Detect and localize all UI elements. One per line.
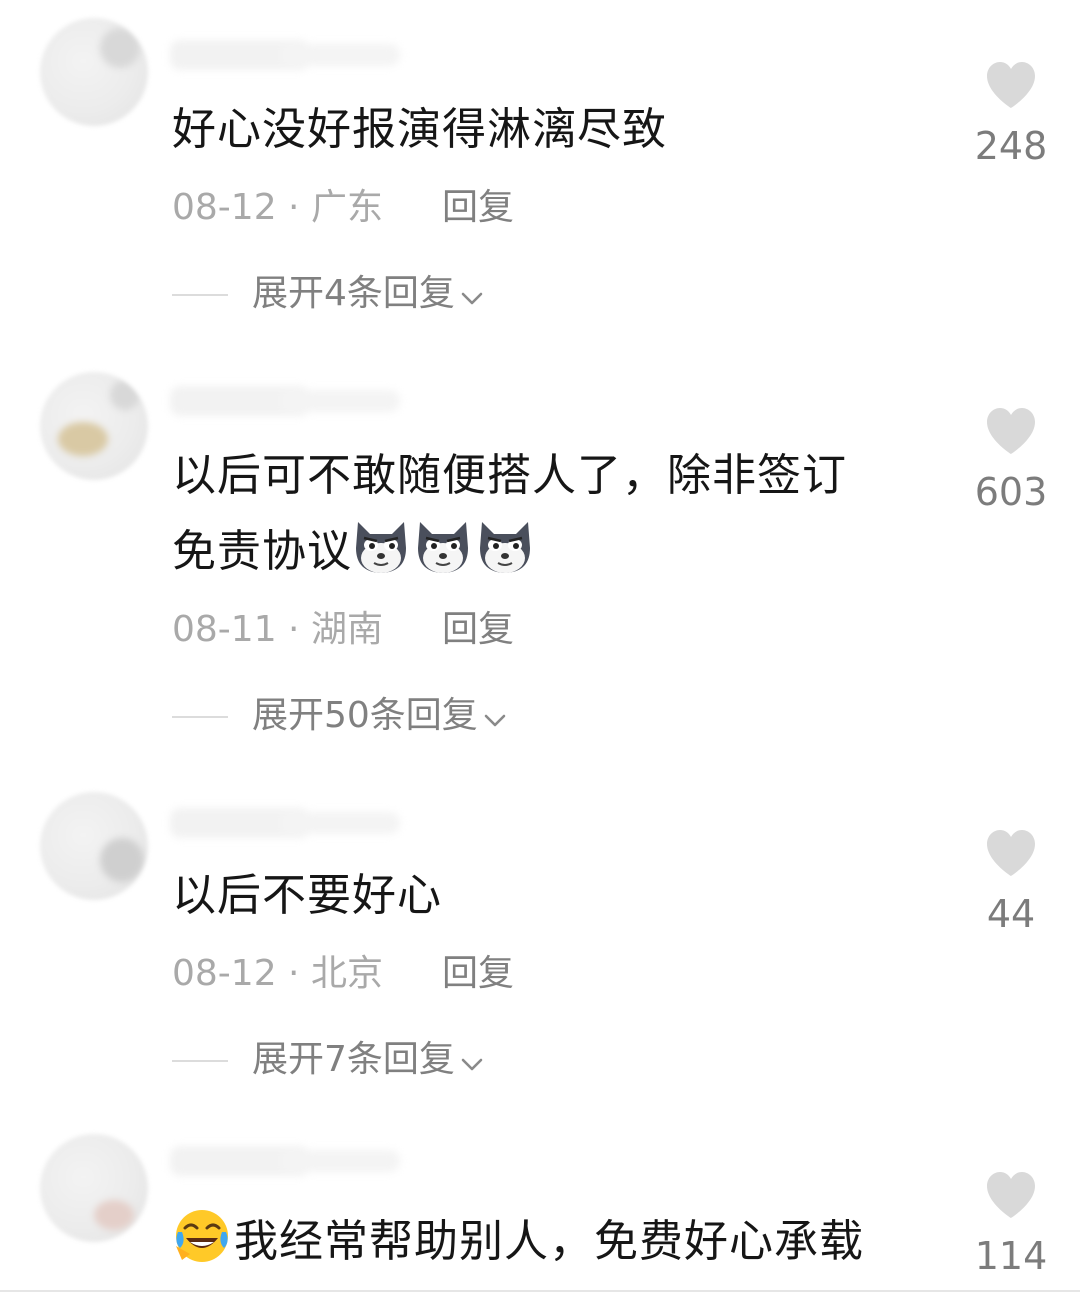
comment-meta: 08-11 · 湖南 回复 — [172, 608, 514, 652]
comment-text: 我经常帮助别人，免费好心承载 — [172, 1204, 912, 1280]
comment-text-line-2: 免责协议 — [172, 514, 912, 590]
heart-icon — [987, 62, 1035, 108]
comment-meta: 08-12 · 广东 回复 — [172, 186, 514, 230]
expand-replies-button[interactable]: 展开7条回复 — [172, 1038, 487, 1082]
like-count: 603 — [974, 470, 1048, 514]
bottom-divider — [0, 1290, 1080, 1292]
username[interactable] — [170, 40, 400, 70]
heart-icon — [987, 830, 1035, 876]
doge-emoji — [418, 522, 468, 573]
comment-date-location: 08-11 · 湖南 — [172, 609, 383, 650]
avatar[interactable] — [40, 372, 148, 480]
username[interactable] — [170, 808, 400, 838]
username[interactable] — [170, 386, 400, 416]
divider-line — [172, 1060, 228, 1062]
reply-button[interactable]: 回复 — [442, 952, 514, 996]
comment-date-location: 08-12 · 北京 — [172, 953, 383, 994]
comment-text-line: 以后可不敢随便搭人了，除非签订 — [172, 450, 847, 501]
comment-text: 以后可不敢随便搭人了，除非签订 免责协议 — [172, 438, 912, 590]
comment-meta: 08-12 · 北京 回复 — [172, 952, 514, 996]
doge-emoji — [480, 522, 530, 573]
comment-date-location: 08-12 · 广东 — [172, 187, 383, 228]
username[interactable] — [170, 1146, 400, 1176]
heart-icon — [987, 1172, 1035, 1218]
chevron-down-icon — [484, 714, 506, 727]
divider-line — [172, 716, 228, 718]
avatar[interactable] — [40, 792, 148, 900]
comment-text-line: 好心没好报演得淋漓尽致 — [172, 104, 667, 155]
chevron-down-icon — [461, 1058, 483, 1071]
avatar[interactable] — [40, 18, 148, 126]
like-button[interactable]: 603 — [960, 406, 1062, 514]
divider-line — [172, 294, 228, 296]
comment-text: 以后不要好心 — [172, 858, 912, 934]
comment-text-line: 免责协议 — [172, 526, 352, 577]
like-button[interactable]: 248 — [960, 60, 1062, 168]
reply-button[interactable]: 回复 — [442, 186, 514, 230]
comment-text: 好心没好报演得淋漓尽致 — [172, 92, 912, 168]
comment-text-line: 以后不要好心 — [172, 870, 442, 921]
like-count: 114 — [974, 1234, 1048, 1278]
heart-icon — [987, 408, 1035, 454]
like-count: 248 — [974, 124, 1048, 168]
expand-replies-label: 展开7条回复 — [252, 1039, 455, 1080]
expand-replies-label: 展开50条回复 — [252, 695, 478, 736]
comment-text-line: 我经常帮助别人，免费好心承载 — [234, 1216, 864, 1267]
expand-replies-button[interactable]: 展开50条回复 — [172, 694, 510, 738]
laughing-tears-emoji — [176, 1210, 228, 1262]
like-button[interactable]: 114 — [960, 1170, 1062, 1278]
expand-replies-label: 展开4条回复 — [252, 273, 455, 314]
expand-replies-button[interactable]: 展开4条回复 — [172, 272, 487, 316]
like-button[interactable]: 44 — [960, 828, 1062, 936]
doge-emoji — [356, 522, 406, 573]
avatar[interactable] — [40, 1134, 148, 1242]
reply-button[interactable]: 回复 — [442, 608, 514, 652]
chevron-down-icon — [461, 292, 483, 305]
like-count: 44 — [986, 892, 1036, 936]
